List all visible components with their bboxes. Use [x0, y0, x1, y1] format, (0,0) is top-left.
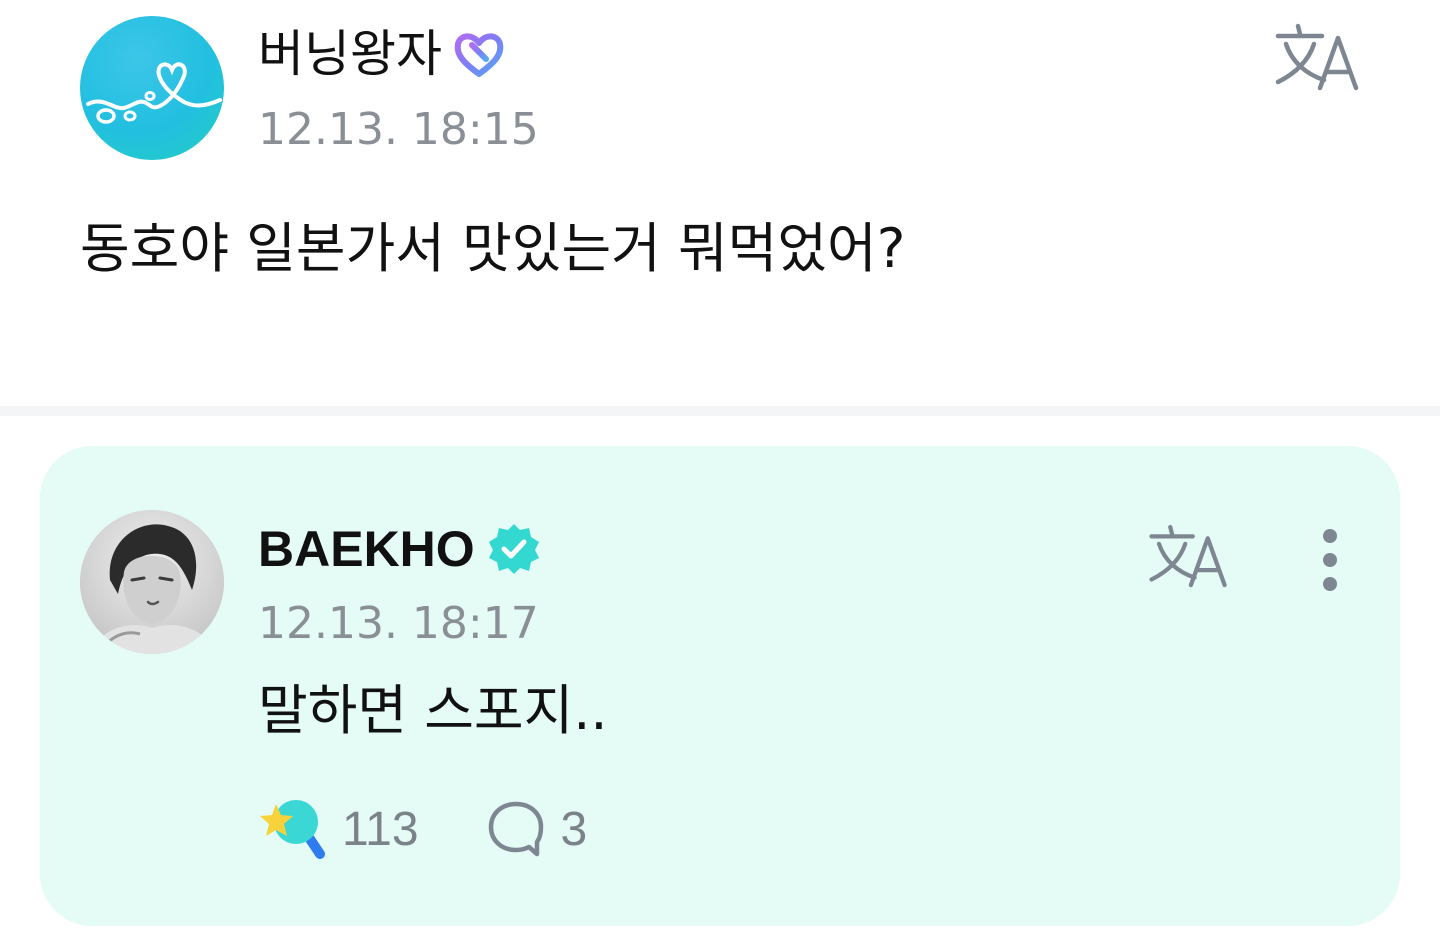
- post-body: 동호야 일본가서 맛있는거 뭐먹었어?: [80, 217, 906, 280]
- reply-body: 말하면 스포지..: [258, 679, 608, 742]
- post-author[interactable]: 버닝왕자: [258, 22, 506, 86]
- lightstick-like-icon: [260, 800, 325, 859]
- verified-badge-icon: [488, 524, 539, 574]
- post-author-name: 버닝왕자: [258, 25, 442, 83]
- reply-author[interactable]: BAEKHO: [258, 516, 541, 582]
- translate-icon: [1275, 23, 1359, 91]
- reply-translate-button[interactable]: [1144, 522, 1234, 592]
- purple-heart-badge-icon: [454, 33, 504, 77]
- translate-button[interactable]: [1270, 22, 1366, 94]
- comment-bubble-icon: [488, 801, 543, 857]
- section-divider: [0, 406, 1440, 416]
- like-button[interactable]: 113: [258, 796, 419, 862]
- more-vertical-icon: [1323, 529, 1337, 591]
- reply-action-bar: 113 3: [258, 794, 587, 864]
- post-author-avatar[interactable]: [80, 16, 224, 160]
- like-count: 113: [342, 802, 419, 856]
- reply-author-avatar[interactable]: [80, 510, 224, 654]
- reply-timestamp: 12.13. 18:17: [258, 598, 539, 649]
- profile-photo: [80, 510, 224, 654]
- comment-button[interactable]: 3: [485, 798, 588, 860]
- reply-author-name: BAEKHO: [258, 521, 475, 577]
- translate-icon: [1149, 524, 1227, 588]
- heart-doodle-icon: [86, 62, 222, 124]
- comment-count: 3: [560, 802, 588, 856]
- fan-post-thread: 버닝왕자 12.13. 18:15 동호야 일본가서 맛있는거 뭐먹었어? BA…: [0, 0, 1440, 948]
- reply-more-options-button[interactable]: [1304, 524, 1348, 596]
- artist-reply-card: BAEKHO 12.13. 18:17 말하면 스포지.. 113 3: [40, 446, 1400, 926]
- post-timestamp: 12.13. 18:15: [258, 104, 539, 155]
